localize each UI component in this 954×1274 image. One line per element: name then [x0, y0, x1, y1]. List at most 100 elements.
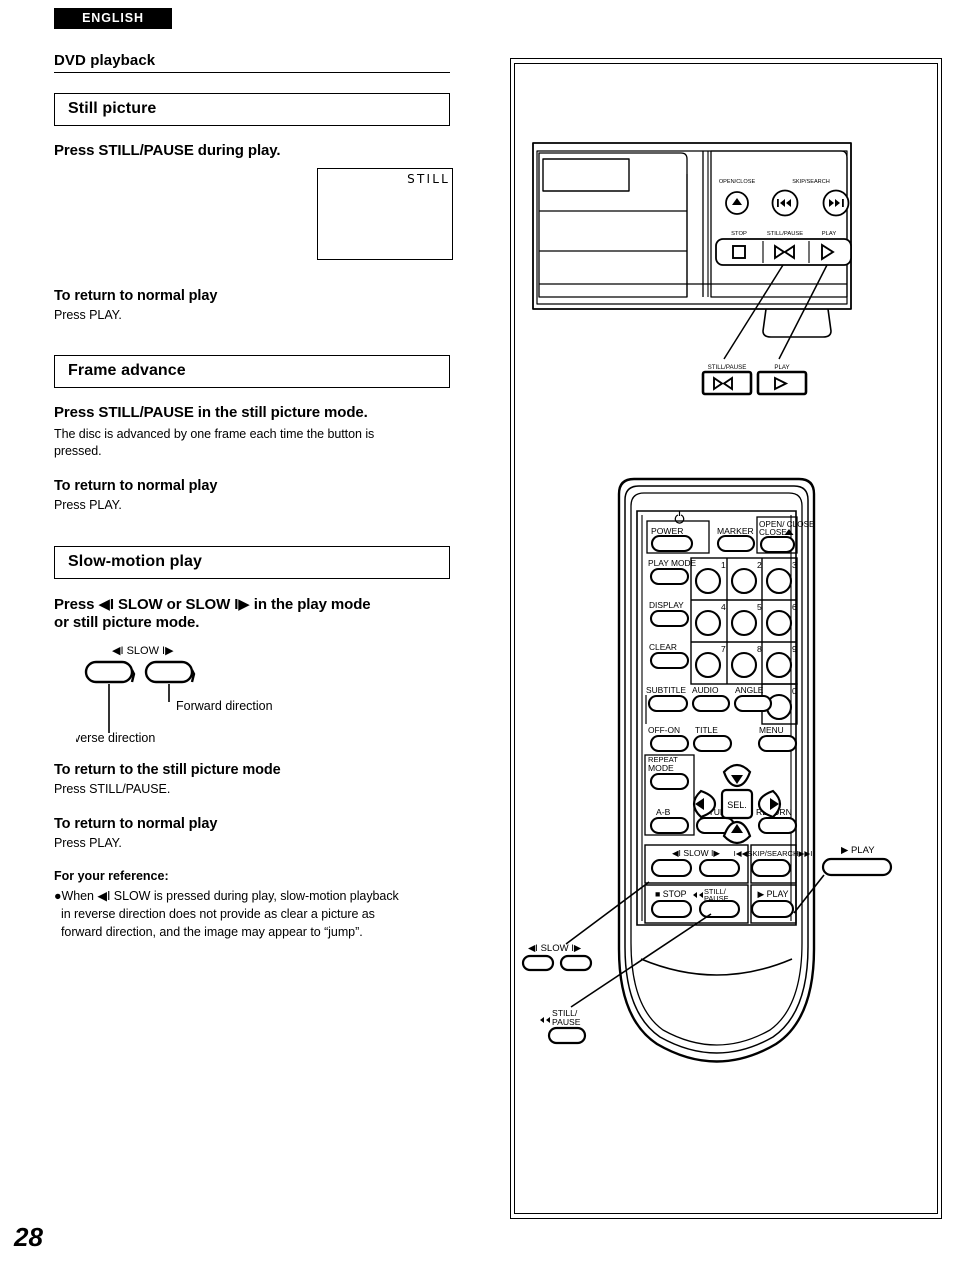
label-skip-search-group: I◀◀SKIP/SEARCH▶▶I: [734, 849, 813, 858]
callout-pause-label: PAUSE: [552, 1017, 581, 1027]
label-a-b: A-B: [656, 807, 671, 817]
key-4[interactable]: [694, 609, 722, 637]
remote-off-on-button[interactable]: [649, 734, 690, 753]
key-3[interactable]: [765, 567, 793, 595]
label-off-on: OFF-ON: [648, 725, 680, 735]
callout-label-play: PLAY: [774, 364, 789, 371]
key-0-label: 0: [792, 686, 797, 696]
label-display: DISPLAY: [649, 600, 684, 610]
key-2-label: 2: [757, 560, 762, 570]
remote-open-close-button[interactable]: [759, 535, 796, 554]
callout-still-pause-glyph-icon: [540, 1017, 550, 1023]
key-1[interactable]: [694, 567, 722, 595]
instruction-slow-motion-line1: Press ◀I SLOW or SLOW I▶ in the play mod…: [54, 596, 371, 613]
label-slow-group: ◀I SLOW I▶: [672, 848, 720, 858]
label-skip-search: SKIP/SEARCH: [792, 179, 830, 185]
remote-transport-row: ■ STOP STILL/ PAUSE ▶ PLAY: [644, 884, 797, 924]
key-9[interactable]: [765, 651, 793, 679]
nav-select-label: SEL.: [727, 800, 747, 810]
remote-slow-reverse-button[interactable]: [650, 858, 693, 878]
text-press-play-2: Press PLAY.: [54, 498, 122, 512]
key-8-label: 8: [757, 644, 762, 654]
label-play-remote: ▶ PLAY: [757, 889, 788, 899]
still-screen-box: STILL: [317, 168, 453, 260]
callout-line-still-pause: [723, 264, 784, 360]
callout-still-pause-button: STILL/PAUSE: [701, 364, 753, 396]
label-stop: STOP: [731, 231, 747, 237]
remote-still-pause-button[interactable]: [698, 899, 741, 919]
key-4-label: 4: [721, 602, 726, 612]
callout-line-play: [778, 264, 828, 360]
key-7[interactable]: [694, 651, 722, 679]
instruction-frame-advance: Press STILL/PAUSE in the still picture m…: [54, 404, 368, 421]
label-marker: MARKER: [717, 526, 754, 536]
subheading-return-normal-play-2: To return to normal play: [54, 478, 218, 494]
key-8[interactable]: [730, 651, 758, 679]
manual-page: ENGLISH DVD playback Still picture Press…: [0, 0, 954, 1274]
callout-label-still-pause: STILL/PAUSE: [708, 364, 747, 371]
key-5-label: 5: [757, 602, 762, 612]
page-title: DVD playback: [54, 52, 450, 73]
subheading-return-still-picture: To return to the still picture mode: [54, 762, 281, 778]
remote-display-button[interactable]: [649, 609, 690, 628]
remote-return-button[interactable]: [757, 816, 798, 835]
label-mode: MODE: [648, 763, 674, 773]
label-close: CLOSE: [759, 528, 787, 537]
text-press-play-3: Press PLAY.: [54, 836, 122, 850]
label-forward-direction: Forward direction: [176, 699, 273, 713]
slow-diagram-svg: ◀I SLOW I▶ Forward direction Reverse dir…: [58, 645, 273, 745]
label-play-mode: PLAY MODE: [648, 558, 697, 568]
key-6-label: 6: [792, 602, 797, 612]
remote-subtitle-button[interactable]: [647, 694, 689, 713]
heading-slow-motion-play: Slow-motion play: [54, 546, 450, 579]
instruction-slow-motion-line2: or still picture mode.: [54, 614, 200, 631]
remote-callout-play-label: ▶ PLAY: [841, 845, 875, 856]
label-power: POWER: [651, 526, 683, 536]
heading-still-picture: Still picture: [54, 93, 450, 126]
label-audio: AUDIO: [692, 685, 719, 695]
text-press-play-1: Press PLAY.: [54, 308, 122, 322]
label-angle: ANGLE: [735, 685, 764, 695]
text-frame-advance-body: The disc is advanced by one frame each t…: [54, 427, 375, 458]
label-menu: MENU: [759, 725, 784, 735]
label-subtitle: SUBTITLE: [646, 685, 686, 695]
remote-row-subtitle: SUBTITLE AUDIO ANGLE: [646, 685, 773, 713]
remote-callout-slow-label: ◀I SLOW I▶: [528, 943, 582, 954]
page-number: 28: [14, 1222, 43, 1252]
key-5[interactable]: [730, 609, 758, 637]
label-reverse-direction: Reverse direction: [76, 731, 155, 745]
remote-a-b-button[interactable]: [649, 816, 690, 835]
slow-buttons-diagram: ◀I SLOW I▶ Forward direction Reverse dir…: [58, 640, 366, 750]
reference-bullet: ●When ◀I SLOW is pressed during play, sl…: [54, 889, 399, 939]
key-1-label: 1: [721, 560, 726, 570]
slow-reverse-button: [84, 660, 136, 684]
key-2[interactable]: [730, 567, 758, 595]
remote-angle-button[interactable]: [733, 694, 773, 713]
key-9-label: 9: [792, 644, 797, 654]
remote-power-button[interactable]: [650, 534, 694, 553]
key-6[interactable]: [765, 609, 793, 637]
language-badge: ENGLISH: [54, 8, 172, 29]
illustration-panel: OPEN/CLOSE SKIP/SEARCH STOP STILL/PAUSE …: [510, 58, 942, 1219]
remote-clear-button[interactable]: [649, 651, 690, 670]
label-stop-remote: ■ STOP: [655, 889, 687, 899]
remote-title-button[interactable]: [692, 734, 733, 753]
remote-menu-button[interactable]: [757, 734, 798, 753]
text-press-still-pause: Press STILL/PAUSE.: [54, 782, 171, 796]
label-open-close: OPEN/CLOSE: [719, 179, 756, 185]
remote-slow-forward-button[interactable]: [698, 858, 741, 878]
remote-skip-prev-button[interactable]: [750, 858, 792, 878]
remote-play-button[interactable]: [750, 899, 795, 919]
illustration-svg: OPEN/CLOSE SKIP/SEARCH STOP STILL/PAUSE …: [521, 142, 893, 1063]
remote-audio-button[interactable]: [691, 694, 731, 713]
remote-play-mode-button[interactable]: [649, 567, 690, 586]
subheading-return-normal-play-1: To return to normal play: [54, 288, 218, 304]
remote-marker-button[interactable]: [716, 534, 756, 553]
slow-forward-button: [144, 660, 196, 684]
instruction-still-picture: Press STILL/PAUSE during play.: [54, 142, 281, 159]
key-3-label: 3: [792, 560, 797, 570]
remote-repeat-mode-button[interactable]: [649, 772, 690, 791]
key-7-label: 7: [721, 644, 726, 654]
remote-stop-button[interactable]: [650, 899, 693, 919]
reference-title: For your reference:: [54, 869, 169, 883]
